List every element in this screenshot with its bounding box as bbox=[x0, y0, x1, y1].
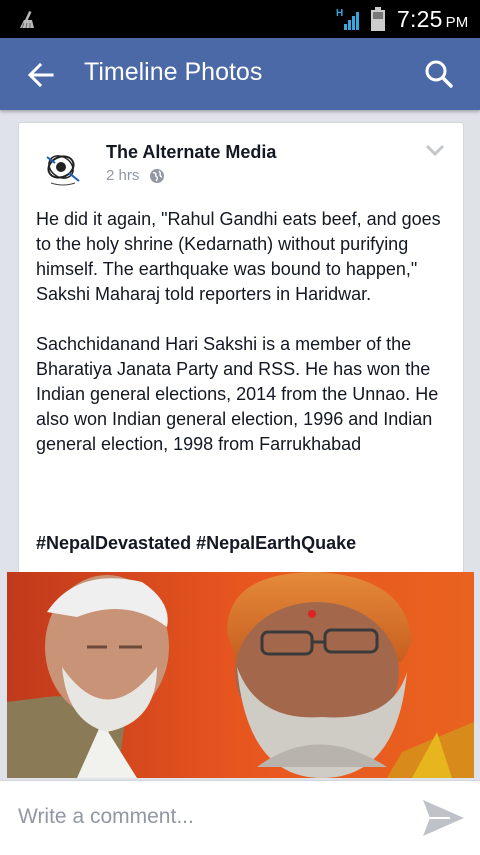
post-card: The Alternate Media 2 hrs He did it agai… bbox=[18, 122, 464, 584]
comment-bar bbox=[0, 780, 480, 855]
clock-ampm: PM bbox=[445, 14, 469, 31]
clock-time: 7:25 bbox=[397, 6, 443, 32]
back-arrow-icon[interactable] bbox=[26, 60, 56, 90]
post-paragraph: He did it again, "Rahul Gandhi eats beef… bbox=[36, 209, 441, 304]
app-bar: Timeline Photos bbox=[0, 38, 480, 110]
status-bar: H 7:25 PM bbox=[0, 0, 480, 38]
page-title: Timeline Photos bbox=[84, 58, 263, 86]
post-paragraph: Sachchidanand Hari Sakshi is a member of… bbox=[36, 334, 439, 454]
hashtag-link[interactable]: #NepalEarthQuake bbox=[196, 533, 356, 553]
clock: 7:25 PM bbox=[397, 6, 468, 33]
send-icon[interactable] bbox=[420, 797, 466, 839]
comment-input[interactable] bbox=[18, 800, 398, 834]
post-photo[interactable] bbox=[7, 572, 474, 778]
page-avatar[interactable] bbox=[39, 143, 87, 191]
network-type-label: H bbox=[336, 8, 343, 19]
hashtag-link[interactable]: #NepalDevastated bbox=[36, 533, 191, 553]
post-body: He did it again, "Rahul Gandhi eats beef… bbox=[36, 207, 448, 482]
search-icon[interactable] bbox=[424, 59, 454, 89]
globe-icon bbox=[150, 168, 165, 183]
post-meta: 2 hrs bbox=[106, 167, 165, 184]
chevron-down-icon[interactable] bbox=[425, 143, 445, 157]
clean-icon bbox=[20, 11, 34, 29]
hashtags: #NepalDevastated #NepalEarthQuake bbox=[36, 533, 356, 554]
post-timestamp[interactable]: 2 hrs bbox=[106, 167, 139, 184]
battery-icon bbox=[371, 7, 385, 31]
signal-icon: H bbox=[336, 8, 359, 30]
page-name-link[interactable]: The Alternate Media bbox=[106, 142, 276, 163]
